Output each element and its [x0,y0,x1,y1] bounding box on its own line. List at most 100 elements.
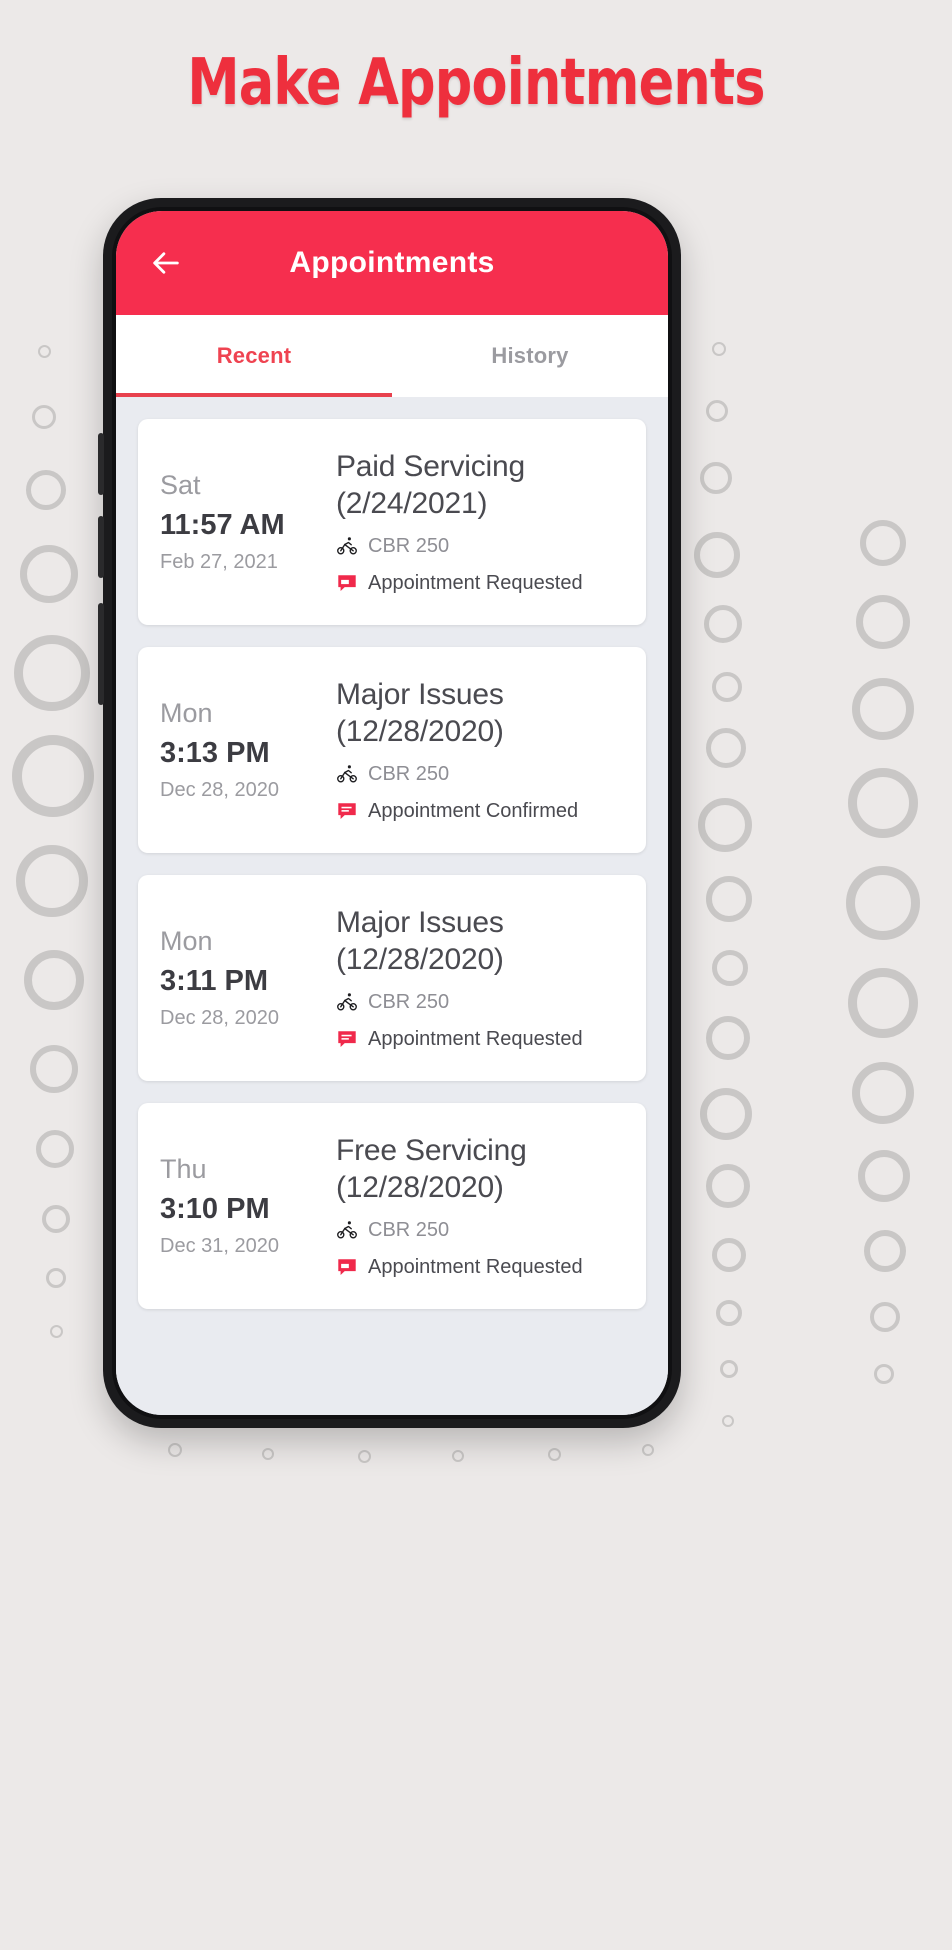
appointment-status-label: Appointment Requested [368,1027,583,1050]
appointment-title: Major Issues (12/28/2020) [336,678,504,748]
tab-active-indicator [116,393,392,397]
chat-bubble-lines-icon [336,800,358,822]
appointment-date: Feb 27, 2021 [160,551,278,573]
appointment-date: Dec 31, 2020 [160,1235,279,1257]
decorative-ring [42,1205,70,1233]
appointment-vehicle-label: CBR 250 [368,762,450,785]
appointment-card[interactable]: Mon 3:13 PM Dec 28, 2020 Major Issues (1… [138,647,646,853]
appointment-date: Dec 28, 2020 [160,1007,279,1029]
decorative-ring [706,728,746,768]
appointment-details: Free Servicing (12/28/2020) CBR 250 Appo… [332,1133,624,1278]
decorative-ring [358,1450,371,1463]
appointment-status-label: Appointment Requested [368,1255,583,1278]
decorative-ring [38,345,51,358]
phone-side-button-1 [98,433,104,495]
appointment-time: 3:13 PM [160,737,270,769]
bicycle-icon [336,535,358,557]
decorative-ring [26,470,66,510]
appointment-card[interactable]: Mon 3:11 PM Dec 28, 2020 Major Issues (1… [138,875,646,1081]
appointment-datetime: Sat 11:57 AM Feb 27, 2021 [160,472,332,573]
appointment-datetime: Mon 3:11 PM Dec 28, 2020 [160,926,332,1029]
phone-mockup: Appointments Recent History Sat 11:57 AM… [98,198,681,1428]
appointments-list[interactable]: Sat 11:57 AM Feb 27, 2021 Paid Servicing… [116,397,668,1415]
decorative-ring [36,1130,74,1168]
bicycle-icon [336,991,358,1013]
decorative-ring [712,342,726,356]
decorative-ring [12,735,94,817]
decorative-ring [706,400,728,422]
appointment-card[interactable]: Sat 11:57 AM Feb 27, 2021 Paid Servicing… [138,419,646,625]
appointment-time: 11:57 AM [160,509,285,541]
tab-bar: Recent History [116,315,668,397]
appointment-details: Major Issues (12/28/2020) CBR 250 Appoin… [332,905,624,1050]
decorative-ring [706,1016,750,1060]
bicycle-icon [336,1219,358,1241]
appointment-status-label: Appointment Requested [368,571,583,594]
decorative-ring [856,595,910,649]
decorative-ring [262,1448,274,1460]
decorative-ring [14,635,90,711]
decorative-ring [870,1302,900,1332]
appointment-details: Paid Servicing (2/24/2021) CBR 250 Appoi… [332,449,624,594]
appointment-vehicle-row: CBR 250 [336,991,624,1014]
appointment-title: Free Servicing (12/28/2020) [336,1134,527,1204]
decorative-ring [860,520,906,566]
decorative-ring [864,1230,906,1272]
appointment-card[interactable]: Thu 3:10 PM Dec 31, 2020 Free Servicing … [138,1103,646,1309]
decorative-ring [20,545,78,603]
decorative-ring [858,1150,910,1202]
decorative-ring [452,1450,464,1462]
appointment-status-row: Appointment Requested [336,572,624,595]
appointment-title: Major Issues (12/28/2020) [336,906,504,976]
decorative-ring [722,1415,734,1427]
back-button[interactable] [144,241,188,285]
decorative-ring [846,866,920,940]
appointment-day: Thu [160,1154,207,1184]
appointment-day: Mon [160,698,213,728]
phone-side-button-2 [98,516,104,578]
decorative-ring [642,1444,654,1456]
decorative-ring [720,1360,738,1378]
phone-bezel: Appointments Recent History Sat 11:57 AM… [112,207,672,1419]
appointment-datetime: Thu 3:10 PM Dec 31, 2020 [160,1154,332,1257]
appointment-status-row: Appointment Requested [336,1028,624,1051]
decorative-ring [16,845,88,917]
decorative-ring [24,950,84,1010]
page-title: Make Appointments [187,46,765,120]
appointment-status-label: Appointment Confirmed [368,799,579,822]
decorative-ring [32,405,56,429]
decorative-ring [712,1238,746,1272]
tab-recent[interactable]: Recent [116,315,392,397]
arrow-left-icon [153,252,179,274]
decorative-ring [848,768,918,838]
app-bar: Appointments [116,211,668,315]
appointment-status-row: Appointment Confirmed [336,800,624,823]
chat-bubble-icon [336,572,358,594]
appointment-date: Dec 28, 2020 [160,779,279,801]
decorative-ring [700,462,732,494]
decorative-ring [716,1300,742,1326]
decorative-ring [50,1325,63,1338]
tab-history[interactable]: History [392,315,668,397]
decorative-ring [46,1268,66,1288]
chat-bubble-lines-icon [336,1028,358,1050]
appointment-status-row: Appointment Requested [336,1256,624,1279]
decorative-ring [706,1164,750,1208]
appointment-vehicle-row: CBR 250 [336,535,624,558]
appointment-vehicle-row: CBR 250 [336,1219,624,1242]
decorative-ring [694,532,740,578]
phone-side-button-3 [98,603,104,705]
decorative-ring [852,678,914,740]
appointment-vehicle-label: CBR 250 [368,990,450,1013]
decorative-ring [168,1443,182,1457]
appointment-day: Mon [160,926,213,956]
decorative-ring [712,950,748,986]
decorative-ring [698,798,752,852]
app-bar-title: Appointments [289,246,495,279]
decorative-ring [712,672,742,702]
appointment-time: 3:10 PM [160,1193,270,1225]
decorative-ring [874,1364,894,1384]
appointment-title: Paid Servicing (2/24/2021) [336,450,525,520]
chat-bubble-icon [336,1256,358,1278]
appointment-details: Major Issues (12/28/2020) CBR 250 Appoin… [332,677,624,822]
